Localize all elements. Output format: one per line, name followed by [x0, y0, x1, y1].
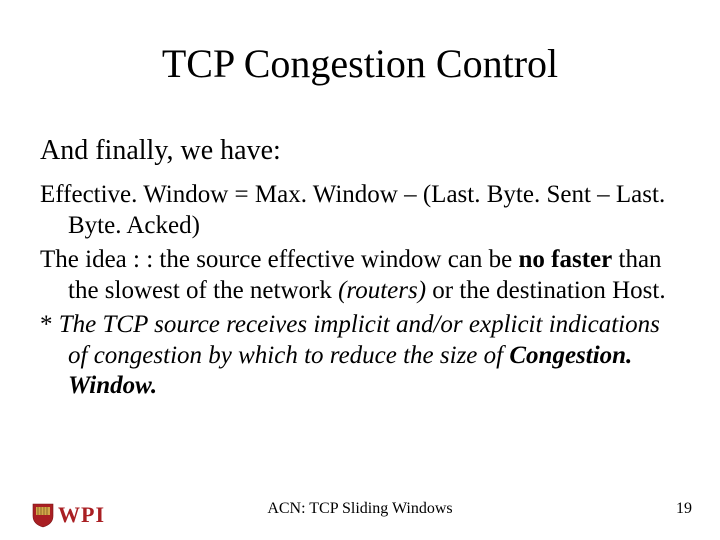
text-run: Effective. Window = Max. Window – (Last.… [40, 181, 616, 208]
text-run: or the destination Host. [426, 277, 666, 304]
body-paragraph-3: * The TCP source receives implicit and/o… [40, 310, 680, 402]
slide-subtitle: And finally, we have: [40, 135, 281, 167]
slide: TCP Congestion Control And finally, we h… [0, 0, 720, 540]
slide-body: Effective. Window = Max. Window – (Last.… [40, 180, 680, 406]
footer-center-text: ACN: TCP Sliding Windows [0, 500, 720, 518]
text-bold: no faster [519, 246, 613, 273]
text-run: * [40, 311, 59, 338]
slide-title: TCP Congestion Control [0, 40, 720, 87]
body-paragraph-1: Effective. Window = Max. Window – (Last.… [40, 180, 680, 241]
body-paragraph-2: The idea : : the source effective window… [40, 245, 680, 306]
text-run: The idea : : the source effective window… [40, 246, 519, 273]
page-number: 19 [676, 500, 692, 518]
text-italic: (routers) [338, 277, 426, 304]
